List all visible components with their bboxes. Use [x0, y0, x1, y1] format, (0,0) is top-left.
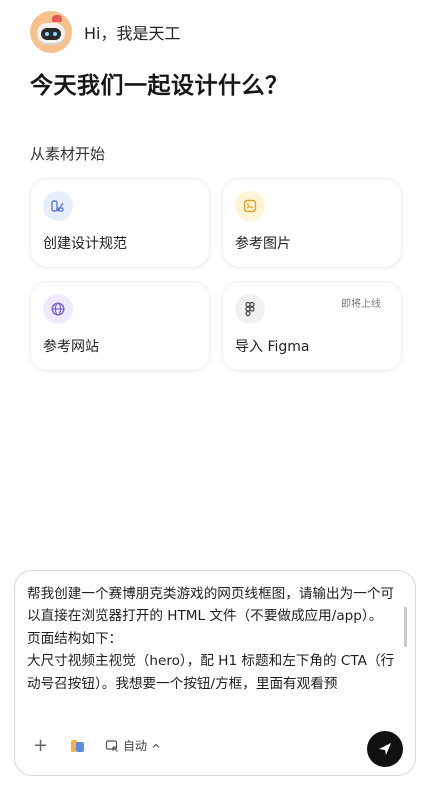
send-icon — [379, 743, 391, 755]
greeting-text: Hi，我是天工 — [84, 24, 181, 43]
section-label: 从素材开始 — [30, 145, 106, 163]
card-reference-website[interactable]: 参考网站 — [31, 282, 209, 370]
page-title: 今天我们一起设计什么？ — [30, 73, 289, 99]
style-button[interactable] — [69, 737, 87, 755]
card-label: 导入 Figma — [235, 339, 310, 355]
figma-icon — [235, 294, 265, 324]
globe-icon — [43, 294, 73, 324]
card-label: 创建设计规范 — [43, 236, 127, 252]
card-create-design-spec[interactable]: 创建设计规范 — [31, 179, 209, 267]
coming-soon-badge: 即将上线 — [341, 299, 381, 310]
image-icon — [235, 191, 265, 221]
chevron-up-icon — [152, 743, 160, 748]
prompt-composer[interactable]: 帮我创建一个赛博朋克类游戏的网页线框图，请输出为一个可以直接在浏览器打开的 HT… — [14, 570, 416, 776]
style-palette-icon — [71, 740, 84, 752]
card-label: 参考网站 — [43, 339, 99, 355]
card-label: 参考图片 — [235, 236, 291, 252]
mode-label: 自动 — [123, 739, 148, 753]
header: Hi，我是天工 — [30, 11, 180, 53]
send-button[interactable] — [367, 731, 403, 767]
composer-toolbar: + 自动 — [27, 731, 405, 767]
mode-dropdown[interactable]: 自动 — [105, 737, 161, 754]
add-button[interactable]: + — [33, 735, 48, 756]
card-reference-image[interactable]: 参考图片 — [223, 179, 401, 267]
design-spec-icon — [43, 191, 73, 221]
avatar — [30, 11, 72, 53]
prompt-input[interactable]: 帮我创建一个赛博朋克类游戏的网页线框图，请输出为一个可以直接在浏览器打开的 HT… — [27, 583, 405, 731]
plus-icon: + — [33, 735, 49, 756]
cursor-window-icon — [105, 739, 118, 752]
composer-scrollbar[interactable] — [404, 607, 407, 647]
card-import-figma[interactable]: 即将上线 导入 Figma — [223, 282, 401, 370]
